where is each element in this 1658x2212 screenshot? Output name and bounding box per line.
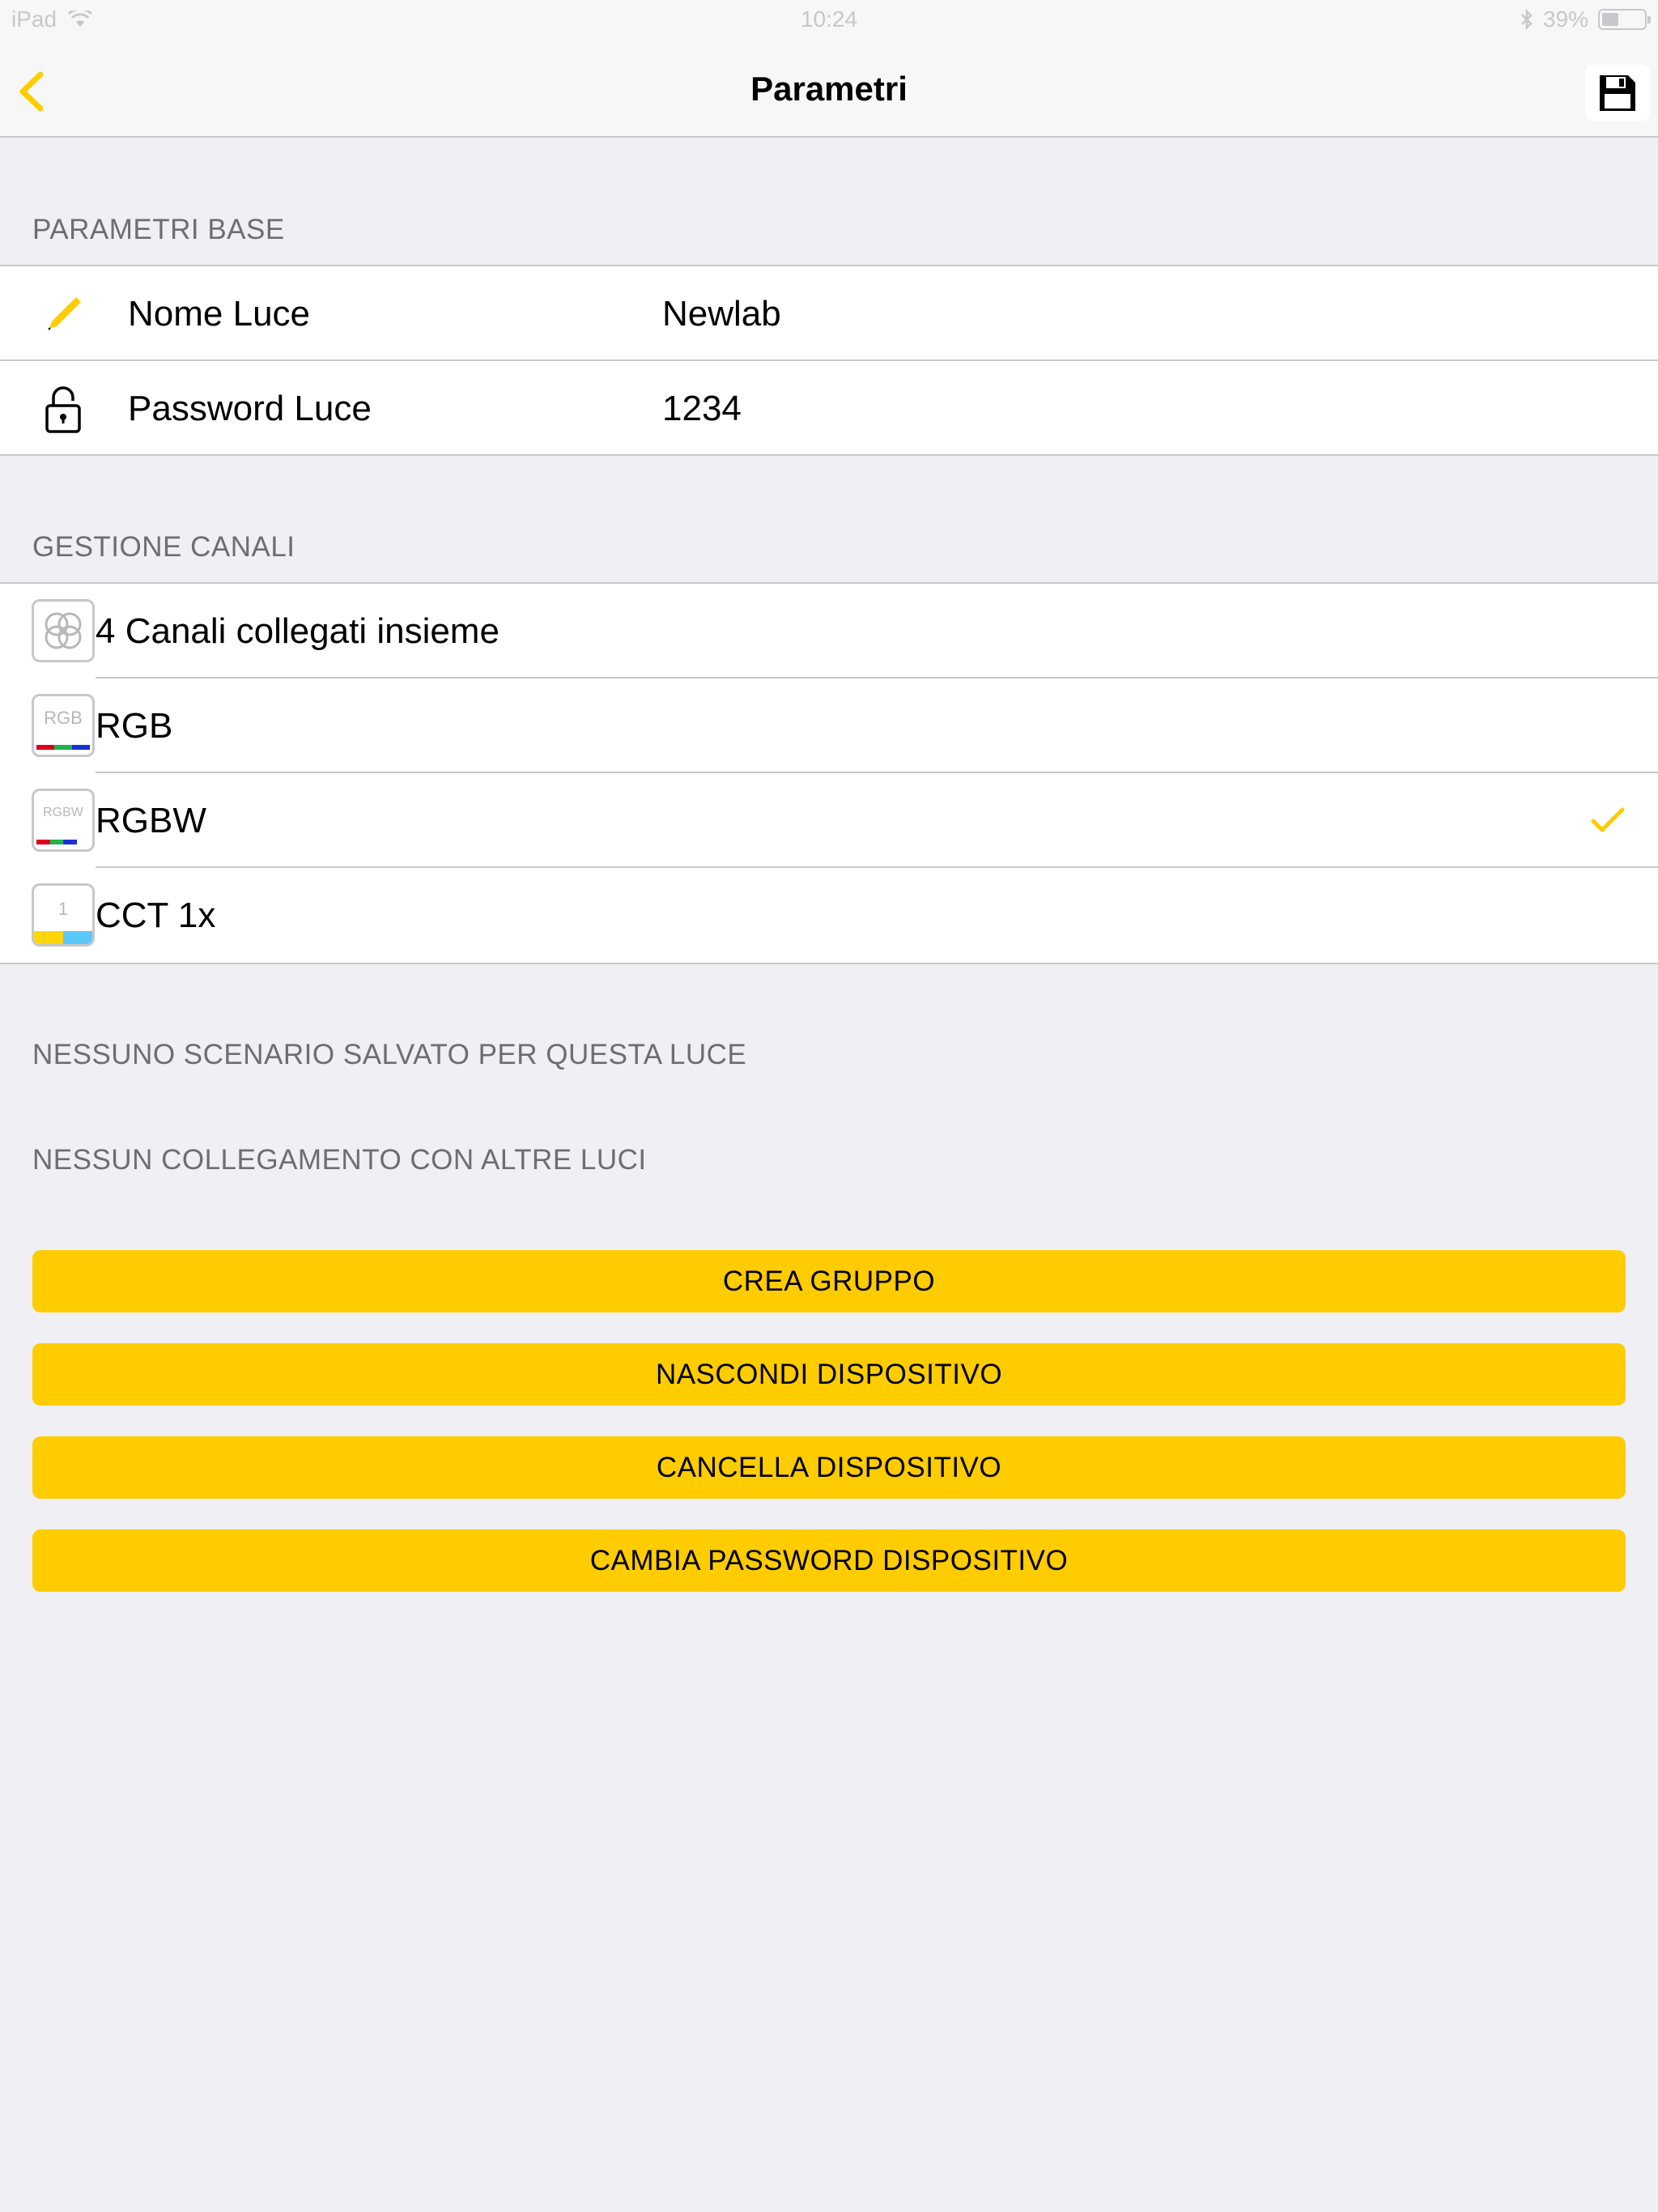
battery-percent: 39% [1542,6,1588,32]
change-password-button[interactable]: CAMBIA PASSWORD DISPOSITIVO [32,1529,1626,1592]
battery-icon [1598,9,1651,30]
status-right: 39% [1520,6,1651,32]
pencil-icon [32,283,94,344]
channel-option-rgbw[interactable]: RGBW RGBW [0,773,1658,868]
battery-fill [1602,13,1618,26]
status-time: 10:24 [800,6,858,32]
nav-bar: Parametri [0,32,1658,138]
light-name-value[interactable]: Newlab [662,294,781,334]
create-group-button[interactable]: CREA GRUPPO [32,1250,1626,1312]
rgb-icon-text: RGB [44,708,83,728]
status-bar: iPad 10:24 39% [0,0,1658,32]
channel-option-cct[interactable]: 1 CCT 1x [0,868,1658,963]
checkmark-icon [1591,807,1625,832]
light-password-row[interactable]: Password Luce 1234 [0,361,1658,456]
light-name-row[interactable]: Nome Luce Newlab [0,266,1658,361]
section-header-channels: GESTIONE CANALI [32,531,295,563]
hide-device-button[interactable]: NASCONDI DISPOSITIVO [32,1343,1626,1406]
channel-option-linked[interactable]: 4 Canali collegati insieme [0,584,1658,678]
channels-table: 4 Canali collegati insieme RGB RGB RGBW … [0,582,1658,964]
light-password-value[interactable]: 1234 [662,389,742,429]
no-link-text: NESSUN COLLEGAMENTO CON ALTRE LUCI [32,1144,647,1176]
cct-icon-text: 1 [57,899,69,919]
save-button[interactable] [1585,65,1650,121]
rgbw-icon-text: RGBW [43,806,83,819]
channel-label-linked: 4 Canali collegati insieme [96,610,500,651]
channel-option-rgb[interactable]: RGB RGB [0,678,1658,773]
linked-channels-icon [32,599,95,662]
section-header-base-params: PARAMETRI BASE [32,214,285,245]
delete-device-button[interactable]: CANCELLA DISPOSITIVO [32,1436,1626,1499]
lock-icon [32,377,94,439]
base-params-table: Nome Luce Newlab Password Luce 1234 [0,265,1658,456]
cct-color-strip [34,931,92,944]
page-title: Parametri [750,70,908,108]
light-name-label: Nome Luce [128,293,311,334]
light-password-label: Password Luce [128,388,372,428]
rgb-color-strip [36,745,90,750]
rgbw-color-strip [36,840,90,844]
bluetooth-icon [1521,9,1533,30]
channel-label-rgbw: RGBW [96,800,206,840]
cct-icon: 1 [32,883,95,946]
channel-label-rgb: RGB [96,705,173,746]
floppy-disk-icon [1600,75,1635,111]
channel-label-cct: CCT 1x [96,895,216,935]
no-scenario-text: NESSUNO SCENARIO SALVATO PER QUESTA LUCE [32,1039,747,1070]
rgb-icon: RGB [32,694,95,757]
rgbw-icon: RGBW [32,789,95,852]
